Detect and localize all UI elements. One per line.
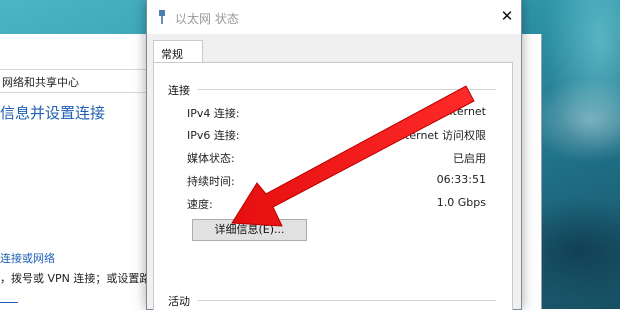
general-tab-panel: 连接 IPv4 连接: Internet IPv6 连接: Internet 访…: [153, 62, 513, 310]
duration-label: 持续时间:: [187, 175, 235, 188]
ipv6-value: Internet 访问权限: [394, 129, 486, 142]
title-bar[interactable]: 以太网 状态 ✕: [147, 0, 521, 34]
setup-connection-description: ，拨号或 VPN 连接；或设置路由: [0, 272, 162, 285]
setup-connection-link[interactable]: 连接或网络: [0, 250, 55, 266]
ipv4-label: IPv4 连接:: [187, 107, 240, 120]
activity-group-title: 活动: [168, 295, 190, 308]
duration-value: 06:33:51: [436, 173, 486, 186]
media-state-value: 已启用: [453, 152, 486, 165]
partial-link[interactable]: [0, 302, 18, 303]
group-divider: [198, 300, 496, 301]
address-bar-text: 网络和共享中心: [2, 76, 79, 89]
details-button[interactable]: 详细信息(E)...: [192, 219, 307, 241]
tab-label: 常规: [161, 48, 183, 61]
network-cable-icon: [159, 10, 165, 24]
ethernet-status-dialog: 以太网 状态 ✕ 常规 连接 IPv4 连接: Internet IPv6 连接…: [146, 0, 522, 310]
ipv4-value: Internet: [442, 105, 486, 118]
connection-group-title: 连接: [168, 84, 190, 97]
page-title: 信息并设置连接: [0, 104, 106, 122]
speed-label: 速度:: [187, 198, 213, 211]
close-icon[interactable]: ✕: [499, 8, 515, 24]
tab-general[interactable]: 常规: [153, 40, 203, 64]
group-divider: [198, 89, 496, 90]
media-state-label: 媒体状态:: [187, 152, 235, 165]
tab-strip: 常规: [147, 34, 521, 64]
dialog-title: 以太网 状态: [175, 12, 239, 26]
speed-value: 1.0 Gbps: [436, 196, 486, 209]
ipv6-label: IPv6 连接:: [187, 129, 240, 142]
